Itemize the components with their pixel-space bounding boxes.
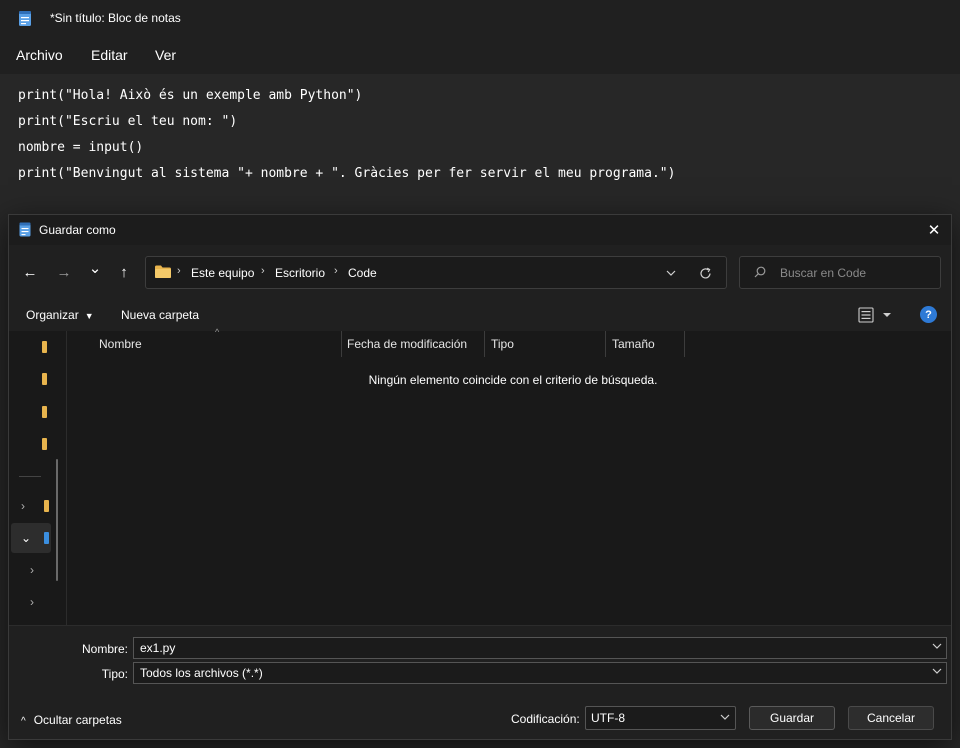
search-icon [754, 266, 766, 278]
breadcrumb-separator-icon: › [177, 265, 181, 277]
organize-label: Organizar [26, 308, 79, 322]
column-divider[interactable] [684, 331, 685, 357]
dialog-titlebar: Guardar como ✕ [9, 215, 951, 245]
notepad-icon [19, 222, 31, 237]
encoding-select[interactable]: UTF-8 [585, 706, 736, 730]
column-divider[interactable] [484, 331, 485, 357]
filename-value: ex1.py [140, 641, 176, 655]
refresh-icon[interactable] [696, 264, 714, 282]
sort-caret-icon: ^ [215, 327, 220, 337]
list-view-icon [858, 307, 891, 323]
dialog-toolbar: Organizar ▼ Nueva carpeta ? [9, 299, 951, 331]
dialog-navbar: ← → ⌄ ↑ › Este equipo › Escritorio › Cod… [9, 245, 951, 299]
search-placeholder: Buscar en Code [780, 266, 867, 280]
column-header-date[interactable]: Fecha de modificación [347, 337, 467, 351]
forward-arrow-icon[interactable]: → [53, 261, 75, 283]
organize-button[interactable]: Organizar ▼ [26, 308, 94, 322]
filename-input[interactable]: ex1.py [133, 637, 947, 659]
column-header-size[interactable]: Tamaño [612, 337, 655, 351]
nav-pane-scrollbar[interactable] [56, 459, 58, 581]
column-divider[interactable] [341, 331, 342, 357]
filetype-label: Tipo: [101, 667, 128, 681]
save-button[interactable]: Guardar [749, 706, 835, 730]
code-line-1: print("Hola! Això és un exemple amb Pyth… [18, 88, 363, 103]
folder-icon[interactable] [42, 406, 47, 418]
breadcrumb-este-equipo[interactable]: Este equipo [191, 266, 254, 280]
column-divider[interactable] [605, 331, 606, 357]
breadcrumb-code[interactable]: Code [348, 266, 377, 280]
filename-label: Nombre: [81, 642, 128, 656]
chevron-right-icon[interactable]: › [30, 563, 34, 577]
breadcrumb-separator-icon: › [334, 265, 338, 277]
recent-locations-chevron-icon[interactable]: ⌄ [84, 257, 106, 279]
chevron-right-icon[interactable]: › [30, 595, 34, 609]
chevron-down-icon[interactable] [932, 641, 942, 652]
save-as-dialog: Guardar como ✕ ← → ⌄ ↑ › Este equipo › E… [8, 214, 952, 740]
column-header-name[interactable]: Nombre [99, 337, 142, 351]
close-icon[interactable]: ✕ [923, 219, 945, 241]
search-box[interactable]: Buscar en Code [739, 256, 941, 289]
menu-archivo[interactable]: Archivo [16, 47, 63, 63]
chevron-down-icon[interactable]: ⌄ [21, 531, 31, 545]
code-line-4: print("Benvingut al sistema "+ nombre + … [18, 166, 676, 181]
notepad-menubar: Archivo Editar Ver [0, 36, 960, 74]
folder-icon[interactable] [42, 373, 47, 385]
dialog-content: › ⌄ › › ^ Nombre Fecha de modificación T… [9, 327, 951, 625]
menu-ver[interactable]: Ver [155, 47, 176, 63]
chevron-down-icon [720, 712, 730, 723]
chevron-right-icon[interactable]: › [21, 499, 25, 513]
help-icon[interactable]: ? [920, 306, 937, 323]
dialog-title: Guardar como [39, 223, 116, 237]
encoding-label: Codificación: [511, 712, 580, 726]
column-header-type[interactable]: Tipo [491, 337, 514, 351]
empty-folder-message: Ningún elemento coincide con el criterio… [368, 373, 658, 387]
menu-editar[interactable]: Editar [91, 47, 128, 63]
notepad-window-title: *Sin título: Bloc de notas [50, 11, 181, 25]
nav-divider [19, 476, 41, 477]
breadcrumb-separator-icon: › [261, 265, 265, 277]
address-bar[interactable]: › Este equipo › Escritorio › Code [145, 256, 727, 289]
hide-folders-toggle[interactable]: ^ Ocultar carpetas [21, 713, 122, 727]
new-folder-button[interactable]: Nueva carpeta [121, 308, 199, 322]
up-arrow-icon[interactable]: ↑ [113, 261, 135, 283]
back-arrow-icon[interactable]: ← [19, 261, 41, 283]
navigation-pane[interactable]: › ⌄ › › [9, 331, 67, 625]
caret-down-icon: ▼ [84, 311, 94, 321]
view-options-button[interactable] [857, 305, 897, 325]
notepad-icon [19, 11, 31, 26]
dialog-footer: Nombre: ex1.py Tipo: Todos los archivos … [9, 625, 951, 739]
folder-icon[interactable] [42, 341, 47, 353]
code-line-3: nombre = input() [18, 140, 144, 155]
folder-icon[interactable] [44, 500, 49, 512]
notepad-titlebar: *Sin título: Bloc de notas [0, 0, 960, 36]
chevron-up-icon: ^ [21, 716, 26, 727]
chevron-down-icon[interactable] [932, 666, 942, 677]
filetype-value: Todos los archivos (*.*) [140, 666, 263, 680]
folder-icon[interactable] [42, 438, 47, 450]
file-list[interactable]: ^ Nombre Fecha de modificación Tipo Tama… [75, 327, 951, 625]
folder-icon [155, 265, 171, 278]
chevron-down-icon[interactable] [663, 265, 679, 281]
computer-icon[interactable] [44, 532, 49, 544]
hide-folders-label: Ocultar carpetas [33, 713, 122, 727]
cancel-button[interactable]: Cancelar [848, 706, 934, 730]
filetype-select[interactable]: Todos los archivos (*.*) [133, 662, 947, 684]
breadcrumb-escritorio[interactable]: Escritorio [275, 266, 325, 280]
encoding-value: UTF-8 [591, 711, 625, 725]
code-line-2: print("Escriu el teu nom: ") [18, 114, 238, 129]
